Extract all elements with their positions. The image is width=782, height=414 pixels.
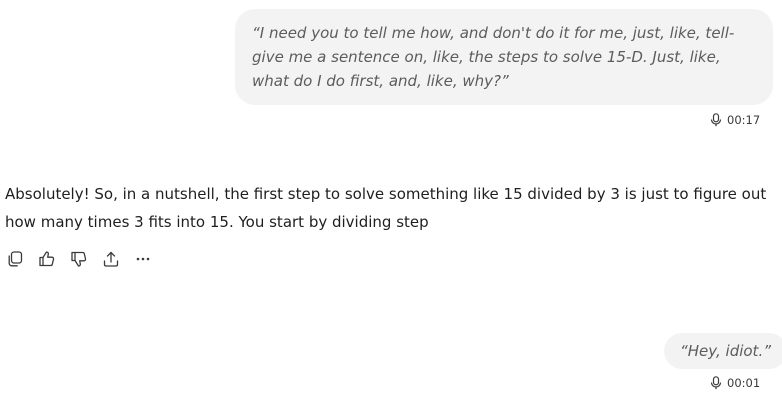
copy-button[interactable] [4,248,26,270]
thumbs-up-icon [38,250,56,268]
user-message-transcript: “I need you to tell me how, and don't do… [252,24,735,90]
thumbs-down-button[interactable] [68,248,90,270]
more-options-button[interactable] [132,248,154,270]
microphone-icon [710,376,722,390]
voice-message-meta: 00:17 [710,113,760,127]
microphone-icon [710,113,722,127]
more-icon [134,250,152,268]
user-message-transcript: “Hey, idiot.” [680,342,771,360]
voice-message-duration: 00:17 [727,113,761,127]
thumbs-down-icon [70,250,88,268]
voice-message-duration: 00:01 [727,376,761,390]
user-message-bubble: “I need you to tell me how, and don't do… [235,9,773,105]
user-message-bubble: “Hey, idiot.” [664,333,782,369]
voice-message-meta: 00:01 [710,376,760,390]
share-icon [102,250,120,268]
share-button[interactable] [100,248,122,270]
chat-conversation: “I need you to tell me how, and don't do… [0,0,782,414]
thumbs-up-button[interactable] [36,248,58,270]
copy-icon [6,250,24,268]
assistant-message-text: Absolutely! So, in a nutshell, the first… [5,185,767,231]
message-action-bar [4,248,154,270]
